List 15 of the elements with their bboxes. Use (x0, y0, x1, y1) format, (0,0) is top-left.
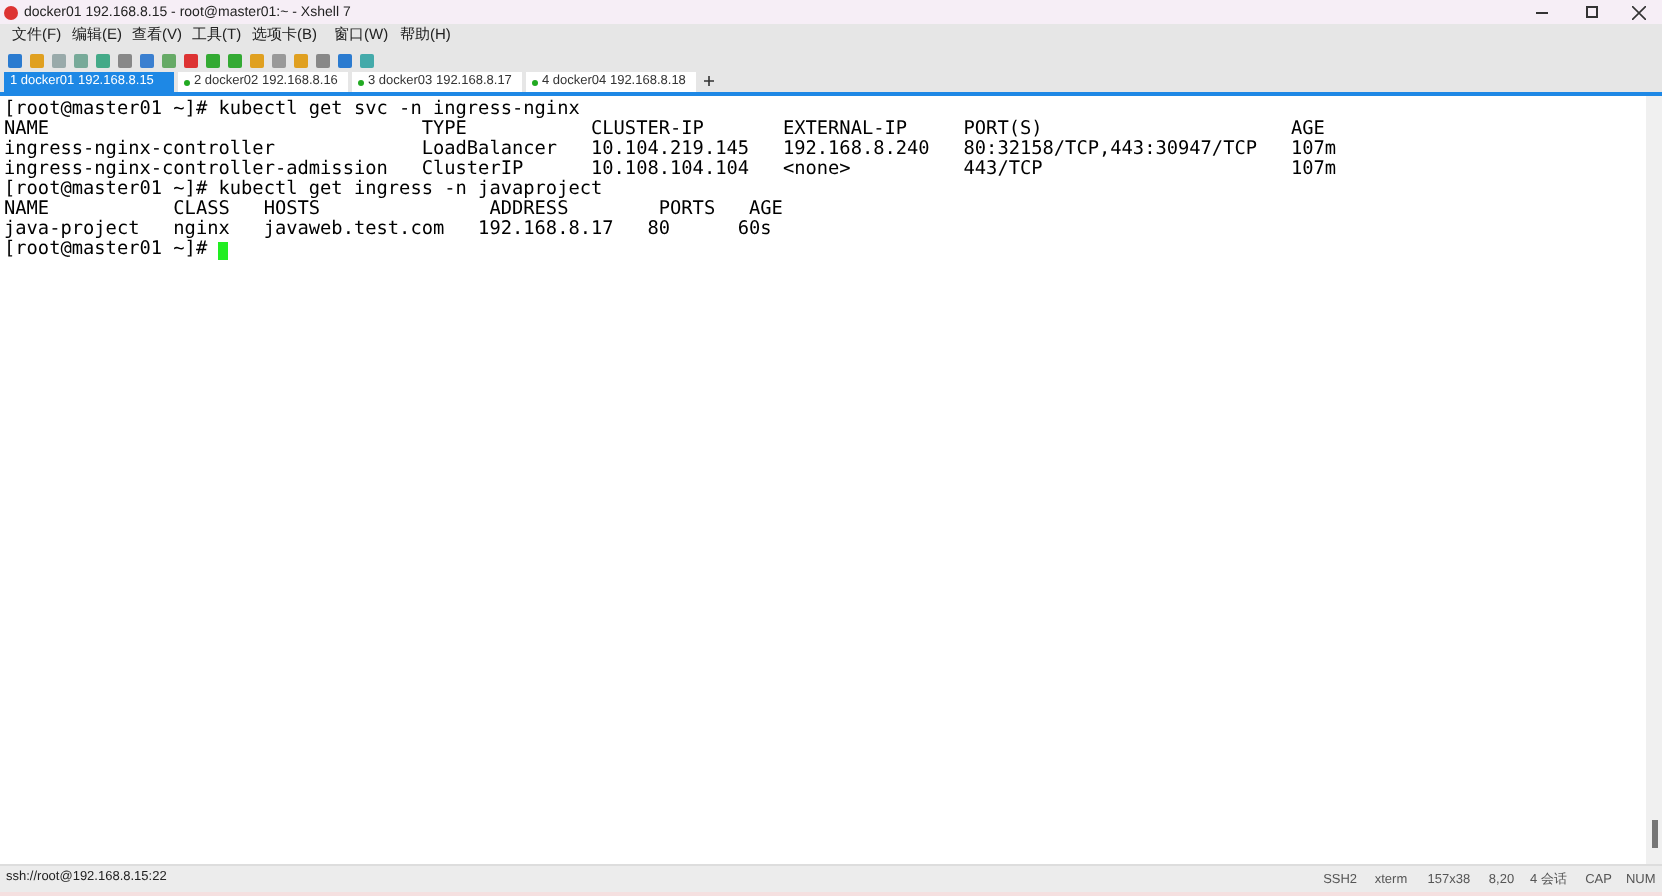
scrollbar-thumb[interactable] (1651, 820, 1657, 848)
terminal-line: NAME TYPE CLUSTER-IP EXTERNAL-IP PORT(S) AGE (4, 120, 1325, 140)
terminal-line: [root@master01 ~]# (4, 240, 210, 260)
terminal-line: [root@master01 ~]# kubectl get ingress -n javaproject (4, 180, 603, 200)
minimize-icon[interactable] (1536, 11, 1548, 13)
close-icon[interactable] (1632, 5, 1646, 19)
add-tab-icon[interactable] (704, 76, 714, 86)
terminal-line: java-project nginx javaweb.test.com 192.168.8.17 80 60s (4, 220, 772, 240)
terminal-cursor (218, 241, 229, 259)
terminal-line: NAME CLASS HOSTS ADDRESS PORTS AGE (4, 200, 783, 220)
terminal-line: ingress-nginx-controller LoadBalancer 10.104.219.145 192.168.8.240 80:32158/TCP,443:30947/TCP 107m (4, 140, 1337, 160)
maximize-icon[interactable] (1586, 6, 1598, 18)
terminal-line: [root@master01 ~]# kubectl get svc -n ingress-nginx (4, 100, 580, 120)
app-logo-icon (4, 5, 18, 19)
terminal-line: ingress-nginx-controller-admission ClusterIP 10.108.104.104 <none> 443/TCP 107m (4, 160, 1337, 180)
